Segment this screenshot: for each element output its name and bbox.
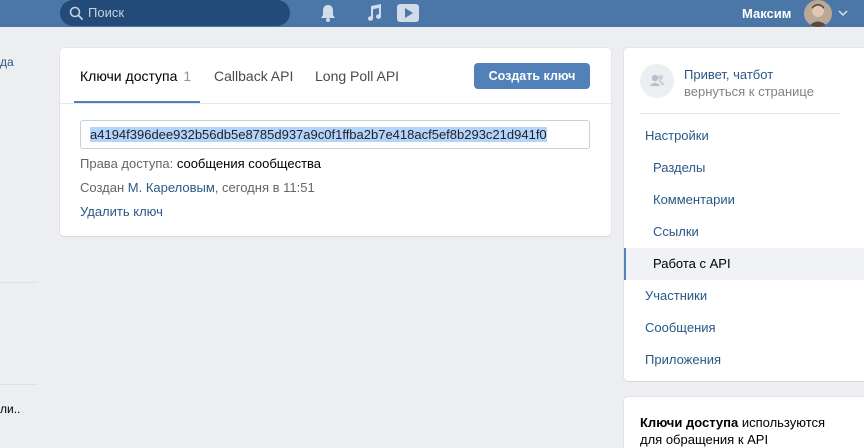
settings-nav: Привет, чатбот вернуться к странице Наст…: [624, 48, 864, 381]
divider: [640, 113, 840, 114]
access-keys-card: Ключи доступа 1 Callback API Long Poll AP…: [60, 48, 611, 236]
bell-icon[interactable]: [318, 3, 338, 23]
users-icon: [649, 74, 665, 86]
create-key-button[interactable]: Создать ключ: [474, 63, 590, 89]
help-bold: Ключи доступа: [640, 415, 739, 430]
nav-apps[interactable]: Приложения: [645, 352, 721, 367]
created-info: Создан М. Кареловым, сегодня в 11:51: [80, 180, 315, 195]
tab-callback-api[interactable]: Callback API: [214, 68, 293, 84]
access-rights-value: сообщения сообщества: [176, 156, 322, 171]
group-avatar[interactable]: [640, 64, 674, 98]
greeting-title: Привет, чатбот: [684, 67, 774, 82]
nav-settings[interactable]: Настройки: [645, 128, 709, 143]
tab-access-keys[interactable]: Ключи доступа 1: [80, 68, 191, 84]
left-menu: да ли..: [0, 27, 38, 448]
created-prefix: Создан: [80, 180, 125, 195]
group-greeting[interactable]: Привет, чатбот вернуться к странице: [684, 66, 814, 100]
search-box[interactable]: Поиск: [60, 0, 290, 26]
tab-count: 1: [183, 68, 192, 84]
nav-sections[interactable]: Разделы: [653, 160, 705, 175]
creator-link[interactable]: М. Кареловым: [128, 180, 215, 195]
tabs: Ключи доступа 1 Callback API Long Poll AP…: [60, 48, 611, 104]
nav-links[interactable]: Ссылки: [653, 224, 699, 239]
access-rights: Права доступа: сообщения сообщества: [80, 156, 321, 171]
avatar[interactable]: [804, 0, 832, 27]
divider: [0, 384, 38, 385]
nav-comments[interactable]: Комментарии: [653, 192, 735, 207]
active-tab-indicator: [74, 101, 200, 103]
access-keys-help: Ключи доступа используются для обращения…: [640, 414, 850, 448]
nav-api[interactable]: Работа с API: [653, 256, 731, 271]
access-rights-label: Права доступа:: [80, 156, 174, 171]
video-icon[interactable]: [396, 3, 420, 23]
chevron-down-icon[interactable]: [838, 9, 848, 17]
delete-key-link[interactable]: Удалить ключ: [80, 204, 163, 219]
search-icon: [69, 6, 83, 20]
back-to-page-link[interactable]: вернуться к странице: [684, 83, 814, 100]
nav-messages[interactable]: Сообщения: [645, 320, 716, 335]
access-key-field[interactable]: a4194f396dee932b56db5e8785d937a9c0f1ffba…: [80, 120, 590, 149]
user-photo: [804, 0, 832, 27]
access-keys-info: Ключи доступа используются для обращения…: [624, 397, 864, 448]
created-time: , сегодня в 11:51: [214, 180, 315, 195]
tab-long-poll-api[interactable]: Long Poll API: [315, 68, 399, 84]
left-menu-item[interactable]: ли..: [0, 402, 20, 416]
top-bar: Поиск Максим: [0, 0, 864, 27]
search-placeholder: Поиск: [88, 5, 125, 20]
nav-members[interactable]: Участники: [645, 288, 707, 303]
tab-label: Ключи доступа: [80, 68, 178, 84]
music-icon[interactable]: [364, 3, 384, 23]
user-name[interactable]: Максим: [742, 6, 791, 21]
access-key-value: a4194f396dee932b56db5e8785d937a9c0f1ffba…: [90, 127, 547, 142]
left-menu-item[interactable]: да: [0, 55, 14, 69]
divider: [0, 282, 38, 283]
